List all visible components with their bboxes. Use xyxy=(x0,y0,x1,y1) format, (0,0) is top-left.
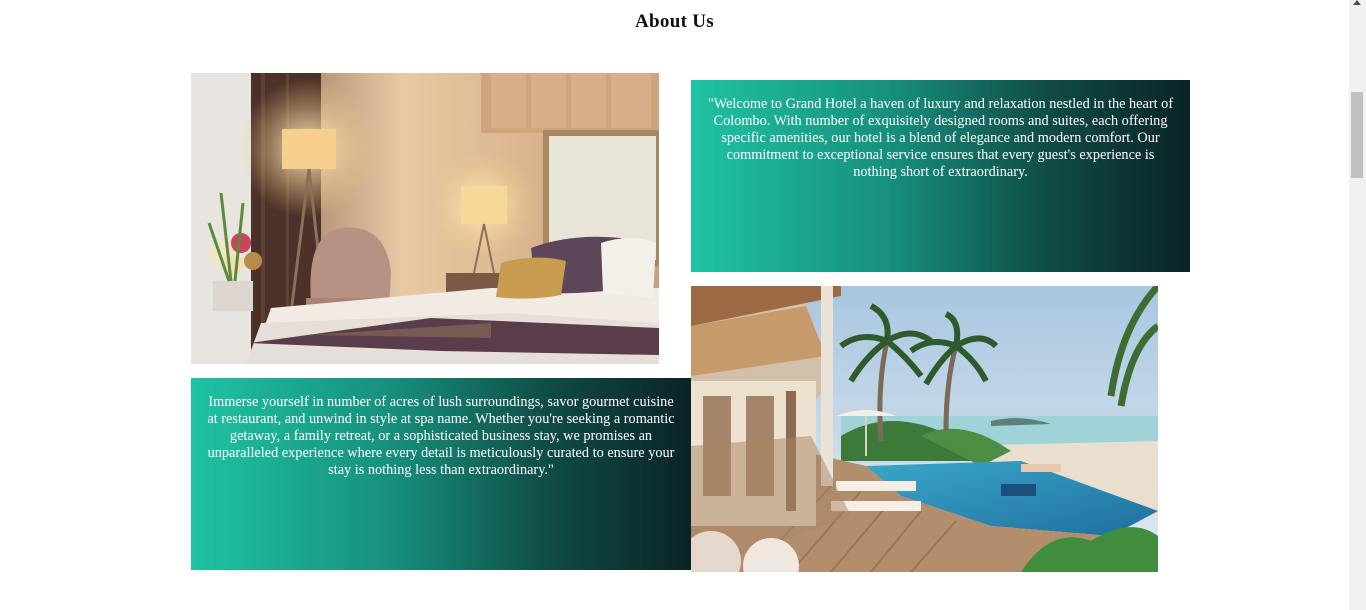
page-scrollbar[interactable] xyxy=(1349,0,1366,610)
details-text-panel: Immerse yourself in number of acres of l… xyxy=(191,378,691,570)
section-title: About Us xyxy=(635,11,714,32)
resort-pool-image xyxy=(691,286,1158,572)
hotel-room-image xyxy=(191,73,659,364)
intro-text-panel: "Welcome to Grand Hotel a haven of luxur… xyxy=(691,80,1190,272)
about-page: About Us "Welcome to Grand Hotel a haven… xyxy=(0,0,1366,610)
scrollbar-thumb[interactable] xyxy=(1351,92,1363,178)
intro-paragraph: "Welcome to Grand Hotel a haven of luxur… xyxy=(707,96,1174,180)
scroll-up-arrow-icon[interactable] xyxy=(1353,0,1361,5)
details-paragraph: Immerse yourself in number of acres of l… xyxy=(207,394,675,478)
